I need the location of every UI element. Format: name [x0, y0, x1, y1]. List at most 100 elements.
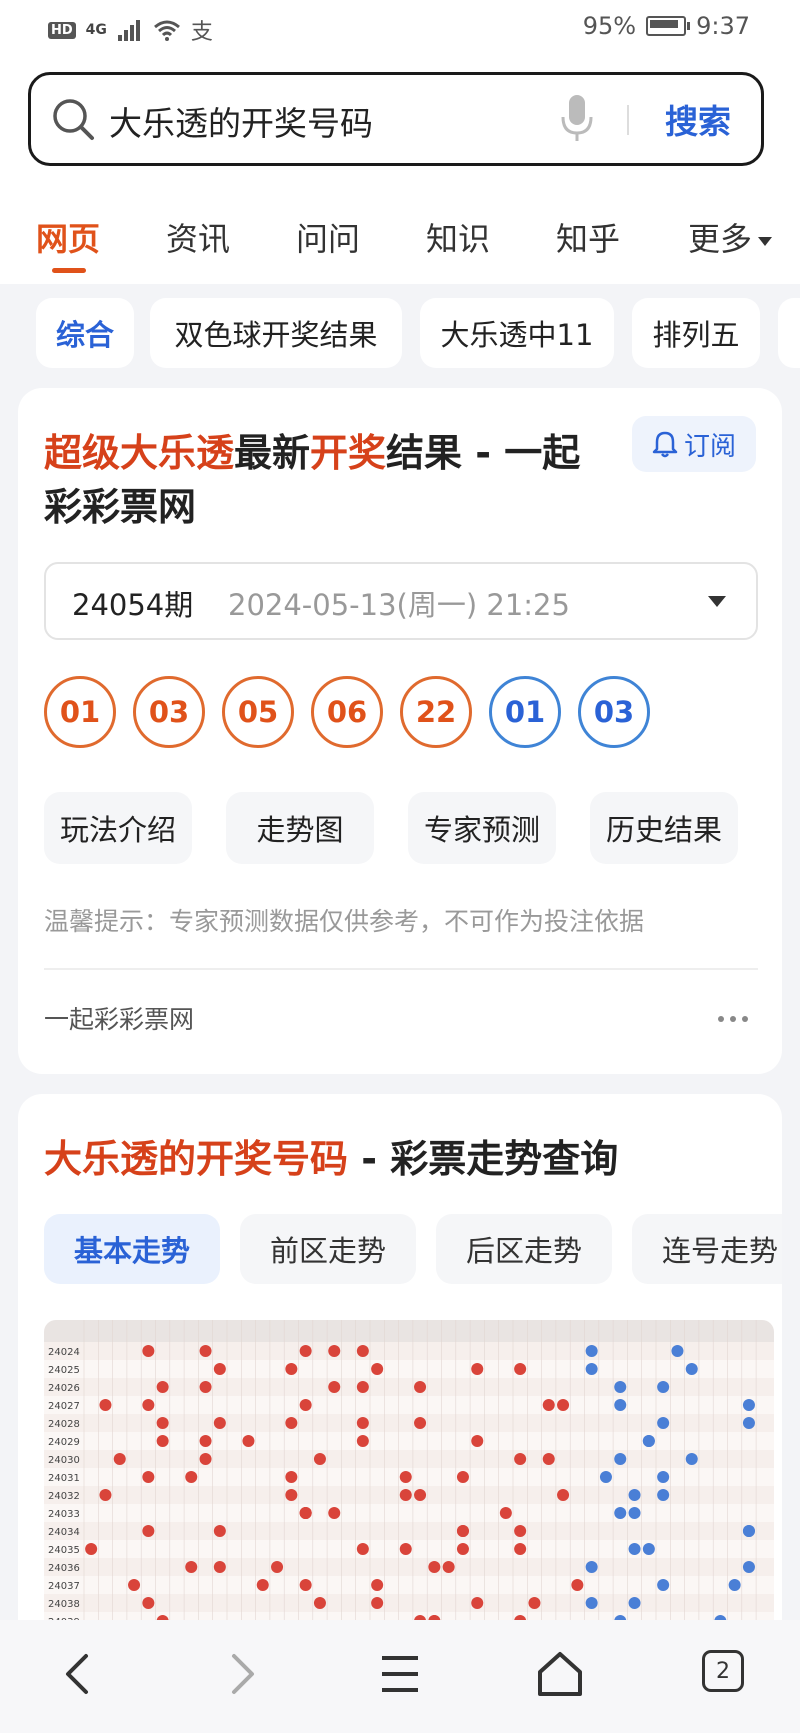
- disclaimer-tip: 温馨提示：专家预测数据仅供参考，不可作为投注依据: [44, 907, 645, 936]
- chip-dlt-11[interactable]: 大乐透中11: [420, 298, 614, 368]
- red-marker: [299, 1579, 312, 1591]
- trend-row-label: 24029: [48, 1437, 80, 1448]
- back-icon[interactable]: [50, 1644, 110, 1704]
- red-marker: [156, 1381, 169, 1393]
- trend-chart-button[interactable]: 走势图: [226, 792, 374, 864]
- home-icon[interactable]: [530, 1644, 590, 1704]
- red-marker: [328, 1381, 341, 1393]
- issue-selector[interactable]: 24054期 2024-05-13(周一) 21:25: [44, 562, 758, 640]
- red-ball: 22: [400, 676, 472, 748]
- bell-icon: [652, 431, 678, 458]
- red-marker: [371, 1597, 384, 1609]
- trend-tab-back[interactable]: 后区走势: [436, 1214, 612, 1284]
- red-marker: [414, 1417, 427, 1429]
- blue-marker: [642, 1543, 655, 1555]
- trend-chart-image[interactable]: 24024 24025 24026 24027 24028 24029 24030 24031…: [44, 1320, 774, 1654]
- red-marker: [213, 1525, 226, 1537]
- forward-icon[interactable]: [210, 1644, 270, 1704]
- microphone-icon[interactable]: [559, 93, 595, 143]
- wifi-icon: [153, 20, 180, 41]
- issue-number: 24054期: [72, 588, 194, 622]
- source-name[interactable]: 一起彩彩票网: [44, 1000, 194, 1036]
- chip-pl5[interactable]: 排列五: [632, 298, 760, 368]
- red-marker: [113, 1453, 126, 1465]
- tab-count-button[interactable]: 2: [694, 1644, 754, 1704]
- blue-marker: [628, 1543, 641, 1555]
- chip-overflow[interactable]: [778, 298, 800, 368]
- trend-card: 大乐透的开奖号码 - 彩票走势查询 基本走势 前区走势 后区走势 连号走势 24…: [18, 1094, 782, 1654]
- more-options-icon[interactable]: [718, 1016, 748, 1022]
- trend-tab-front[interactable]: 前区走势: [240, 1214, 416, 1284]
- red-ball: 03: [133, 676, 205, 748]
- red-marker: [299, 1507, 312, 1519]
- rules-button[interactable]: 玩法介绍: [44, 792, 192, 864]
- chip-all[interactable]: 综合: [36, 298, 134, 368]
- red-marker: [313, 1453, 326, 1465]
- red-ball: 01: [44, 676, 116, 748]
- red-marker: [514, 1363, 527, 1375]
- tab-news[interactable]: 资讯: [166, 214, 230, 260]
- red-marker: [285, 1471, 298, 1483]
- expert-forecast-button[interactable]: 专家预测: [408, 792, 556, 864]
- blue-marker: [685, 1363, 698, 1375]
- trend-row-label: 24024: [48, 1347, 80, 1358]
- blue-marker: [585, 1561, 598, 1573]
- trend-row-label: 24034: [48, 1527, 80, 1538]
- trend-grid: 24024 24025 24026 24027 24028 24029 24030 24031…: [44, 1320, 774, 1654]
- blue-marker: [742, 1561, 755, 1573]
- menu-icon[interactable]: [370, 1644, 430, 1704]
- red-marker: [414, 1381, 427, 1393]
- trend-row-label: 24037: [48, 1581, 80, 1592]
- history-button[interactable]: 历史结果: [590, 792, 738, 864]
- lottery-result-card: 超级大乐透最新开奖结果 - 一起彩彩票网 订阅 24054期 2024-05-1…: [18, 388, 782, 1074]
- title-highlight-2: 开奖: [310, 431, 387, 475]
- blue-marker: [671, 1345, 684, 1357]
- chip-ssq-result[interactable]: 双色球开奖结果: [150, 298, 402, 368]
- red-marker: [471, 1363, 484, 1375]
- trend-row-label: 24036: [48, 1563, 80, 1574]
- browser-bottom-bar: 2: [0, 1620, 800, 1733]
- blue-marker: [657, 1417, 670, 1429]
- red-marker: [242, 1435, 255, 1447]
- tab-knowledge[interactable]: 知识: [426, 214, 490, 260]
- red-marker: [142, 1399, 155, 1411]
- red-marker: [356, 1435, 369, 1447]
- red-marker: [199, 1345, 212, 1357]
- search-box[interactable]: 大乐透的开奖号码 搜索: [28, 72, 764, 166]
- trend-row-label: 24026: [48, 1383, 80, 1394]
- subscribe-button[interactable]: 订阅: [632, 416, 756, 472]
- search-button[interactable]: 搜索: [665, 95, 731, 143]
- alipay-icon: 支: [190, 20, 213, 45]
- battery-percent: 95%: [582, 12, 637, 40]
- blue-marker: [628, 1597, 641, 1609]
- red-marker: [328, 1507, 341, 1519]
- red-marker: [414, 1489, 427, 1501]
- trend-tab-basic[interactable]: 基本走势: [44, 1214, 220, 1284]
- battery-icon: [646, 16, 691, 36]
- red-marker: [356, 1417, 369, 1429]
- red-marker: [313, 1597, 326, 1609]
- red-marker: [199, 1453, 212, 1465]
- blue-ball: 01: [489, 676, 561, 748]
- tab-ask[interactable]: 问问: [296, 214, 360, 260]
- tab-active-indicator: [52, 268, 86, 273]
- tab-more[interactable]: 更多: [688, 214, 773, 260]
- result-title[interactable]: 超级大乐透最新开奖结果 - 一起彩彩票网: [44, 426, 584, 534]
- red-ball: 06: [311, 676, 383, 748]
- search-input[interactable]: 大乐透的开奖号码: [109, 97, 373, 145]
- category-tabs: 网页 资讯 问问 知识 知乎 更多: [0, 206, 800, 276]
- trend-row-label: 24025: [48, 1365, 80, 1376]
- red-marker: [542, 1399, 555, 1411]
- hd-badge: HD: [48, 21, 76, 39]
- blue-marker: [599, 1471, 612, 1483]
- tab-zhihu[interactable]: 知乎: [556, 214, 620, 260]
- red-marker: [356, 1381, 369, 1393]
- red-marker: [199, 1381, 212, 1393]
- trend-title[interactable]: 大乐透的开奖号码 - 彩票走势查询: [44, 1128, 618, 1183]
- network-label: 4G: [85, 22, 107, 38]
- tab-web[interactable]: 网页: [36, 214, 100, 260]
- red-marker: [557, 1399, 570, 1411]
- trend-row-label: 24031: [48, 1473, 80, 1484]
- blue-marker: [614, 1507, 627, 1519]
- trend-tab-consecutive[interactable]: 连号走势: [632, 1214, 782, 1284]
